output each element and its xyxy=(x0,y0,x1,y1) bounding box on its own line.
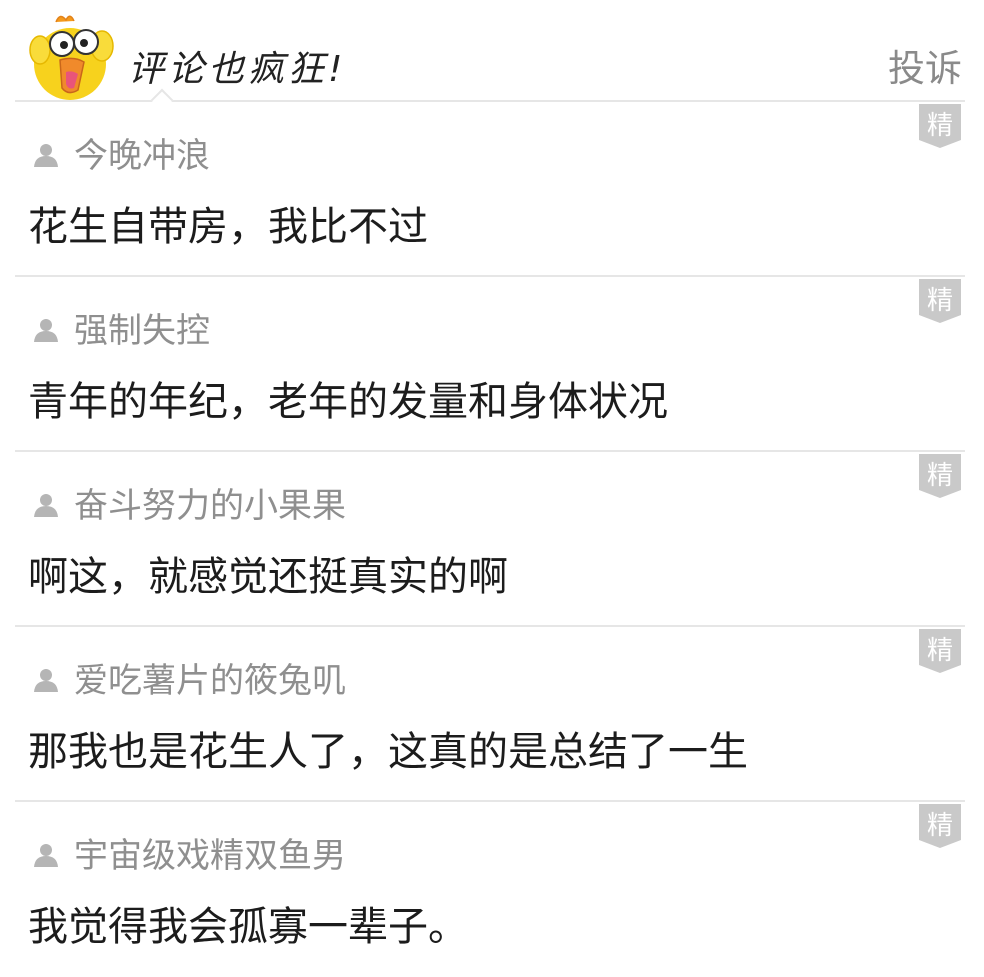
comment-item: 精 奋斗努力的小果果 啊这，就感觉还挺真实的啊 xyxy=(0,452,984,627)
comment-item: 精 宇宙级戏精双鱼男 我觉得我会孤寡一辈子。 xyxy=(0,802,984,977)
user-icon xyxy=(34,844,58,867)
featured-badge-icon: 精 xyxy=(919,629,961,673)
chick-mascot-icon xyxy=(29,15,114,100)
comment-username[interactable]: 今晚冲浪 xyxy=(74,128,210,177)
section-title: 评论也疯狂! xyxy=(128,49,347,90)
featured-badge-label: 精 xyxy=(927,636,953,666)
comment-username[interactable]: 奋斗努力的小果果 xyxy=(74,478,346,527)
user-icon xyxy=(34,144,58,167)
comment-text: 那我也是花生人了，这真的是总结了一生 xyxy=(28,729,748,775)
user-icon xyxy=(34,319,58,342)
comment-item: 精 强制失控 青年的年纪，老年的发量和身体状况 xyxy=(0,277,984,452)
featured-badge-icon: 精 xyxy=(919,279,961,323)
comment-text: 啊这，就感觉还挺真实的啊 xyxy=(28,554,508,600)
comment-text: 青年的年纪，老年的发量和身体状况 xyxy=(28,379,668,425)
featured-badge-label: 精 xyxy=(927,811,953,841)
featured-badge-icon: 精 xyxy=(919,104,961,148)
comment-text: 我觉得我会孤寡一辈子。 xyxy=(28,904,468,950)
comments-header: 评论也疯狂! 投诉 xyxy=(0,0,984,100)
comment-item: 精 今晚冲浪 花生自带房，我比不过 xyxy=(0,102,984,277)
featured-badge-icon: 精 xyxy=(919,454,961,498)
comment-item: 精 爱吃薯片的筱兔叽 那我也是花生人了，这真的是总结了一生 xyxy=(0,627,984,802)
comment-text: 花生自带房，我比不过 xyxy=(28,204,428,250)
user-icon xyxy=(34,669,58,692)
featured-badge-label: 精 xyxy=(927,111,953,141)
featured-badge-icon: 精 xyxy=(919,804,961,848)
user-icon xyxy=(34,494,58,517)
report-button[interactable]: 投诉 xyxy=(888,38,962,92)
featured-badge-label: 精 xyxy=(927,461,953,491)
comment-username[interactable]: 宇宙级戏精双鱼男 xyxy=(74,828,346,877)
comment-username[interactable]: 强制失控 xyxy=(74,303,210,352)
featured-badge-label: 精 xyxy=(927,286,953,316)
comment-username[interactable]: 爱吃薯片的筱兔叽 xyxy=(74,653,346,702)
